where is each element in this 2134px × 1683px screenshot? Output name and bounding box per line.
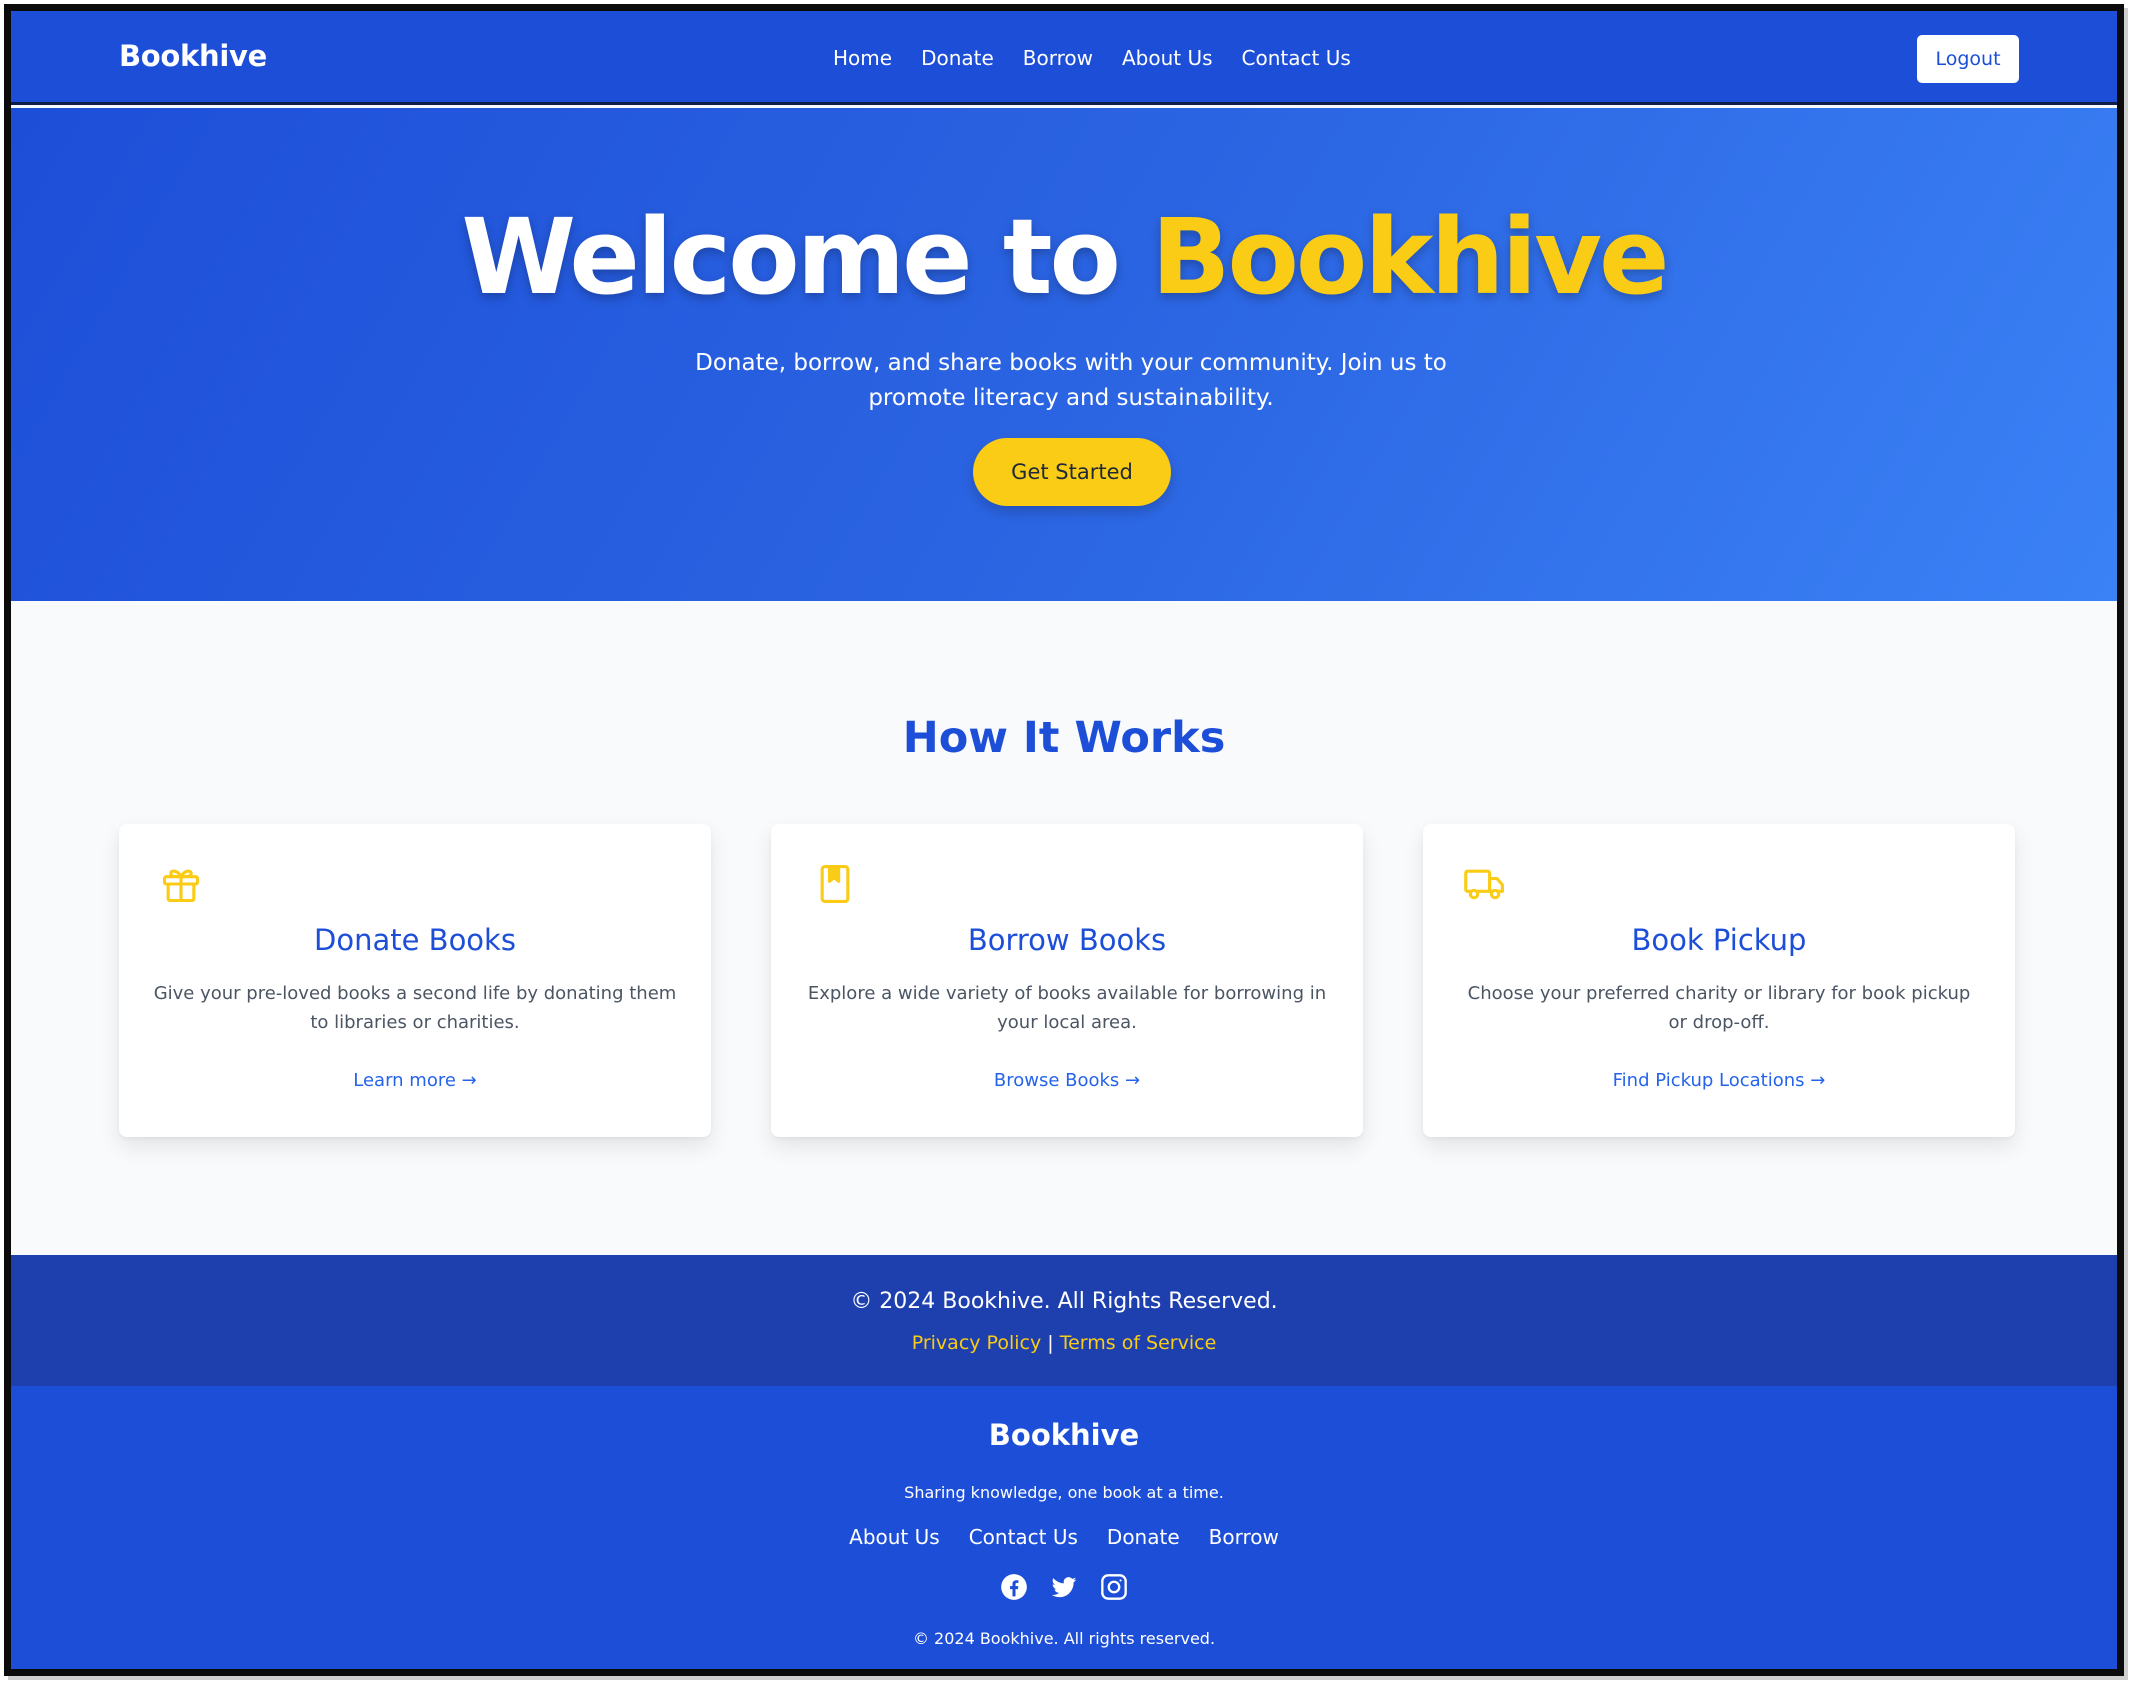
gift-icon xyxy=(162,869,200,903)
section-title: How It Works xyxy=(902,713,1226,763)
card-title: Book Pickup xyxy=(1631,923,1807,957)
privacy-policy-link[interactable]: Privacy Policy xyxy=(912,1332,1041,1354)
browser-viewport: Bookhive Home Donate Borrow About Us Con… xyxy=(4,4,2124,1676)
nav-link-about[interactable]: About Us xyxy=(1122,46,1213,70)
footer-link-about[interactable]: About Us xyxy=(849,1525,940,1549)
find-pickup-locations-link[interactable]: Find Pickup Locations → xyxy=(1423,1070,2015,1091)
nav-links: Home Donate Borrow About Us Contact Us xyxy=(833,46,1380,70)
nav-link-borrow[interactable]: Borrow xyxy=(1023,46,1093,70)
policy-links: Privacy Policy | Terms of Service xyxy=(11,1332,2117,1354)
footer-copyright: © 2024 Bookhive. All Rights Reserved. xyxy=(850,1289,1278,1314)
footer-tagline: Sharing knowledge, one book at a time. xyxy=(904,1483,1224,1502)
learn-more-link[interactable]: Learn more → xyxy=(119,1070,711,1091)
site-footer: Bookhive Sharing knowledge, one book at … xyxy=(11,1386,2117,1669)
footer-link-donate[interactable]: Donate xyxy=(1107,1525,1180,1549)
instagram-icon[interactable] xyxy=(1100,1573,1128,1601)
footer-copyright-bar: © 2024 Bookhive. All Rights Reserved. Pr… xyxy=(11,1255,2117,1386)
card-title: Borrow Books xyxy=(967,923,1167,957)
nav-link-contact[interactable]: Contact Us xyxy=(1242,46,1351,70)
brand-logo[interactable]: Bookhive xyxy=(119,39,267,73)
policy-separator: | xyxy=(1047,1332,1054,1354)
hero-section: Welcome to Bookhive Donate, borrow, and … xyxy=(11,108,2117,601)
footer-link-contact[interactable]: Contact Us xyxy=(969,1525,1078,1549)
hero-title-accent: Bookhive xyxy=(1151,196,1669,318)
card-description: Explore a wide variety of books availabl… xyxy=(807,983,1327,1033)
book-icon xyxy=(820,865,850,903)
logout-button[interactable]: Logout xyxy=(1917,35,2019,83)
card-description: Give your pre-loved books a second life … xyxy=(153,983,677,1033)
card-book-pickup: Book Pickup Choose your preferred charit… xyxy=(1423,824,2015,1137)
terms-of-service-link[interactable]: Terms of Service xyxy=(1060,1332,1217,1354)
card-title: Donate Books xyxy=(314,923,516,957)
footer-brand: Bookhive xyxy=(988,1418,1140,1452)
twitter-icon[interactable] xyxy=(1050,1573,1078,1601)
get-started-button[interactable]: Get Started xyxy=(973,438,1171,506)
truck-icon xyxy=(1464,869,1504,900)
how-it-works-section: How It Works Donate Books Give your pre-… xyxy=(11,601,2117,1255)
navbar: Bookhive Home Donate Borrow About Us Con… xyxy=(11,11,2117,105)
card-borrow-books: Borrow Books Explore a wide variety of b… xyxy=(771,824,1363,1137)
hero-title: Welcome to Bookhive xyxy=(11,196,2117,318)
nav-link-donate[interactable]: Donate xyxy=(921,46,994,70)
card-donate-books: Donate Books Give your pre-loved books a… xyxy=(119,824,711,1137)
footer-link-borrow[interactable]: Borrow xyxy=(1209,1525,1279,1549)
footer-links: About Us Contact Us Donate Borrow xyxy=(11,1525,2117,1549)
nav-link-home[interactable]: Home xyxy=(833,46,892,70)
footer-bottom-copyright: © 2024 Bookhive. All rights reserved. xyxy=(912,1629,1216,1648)
card-description: Choose your preferred charity or library… xyxy=(1467,983,1971,1033)
browse-books-link[interactable]: Browse Books → xyxy=(771,1070,1363,1091)
social-links xyxy=(11,1573,2117,1601)
hero-title-prefix: Welcome to xyxy=(461,196,1152,318)
facebook-icon[interactable] xyxy=(1000,1573,1028,1601)
hero-subtitle: Donate, borrow, and share books with you… xyxy=(695,350,1447,411)
